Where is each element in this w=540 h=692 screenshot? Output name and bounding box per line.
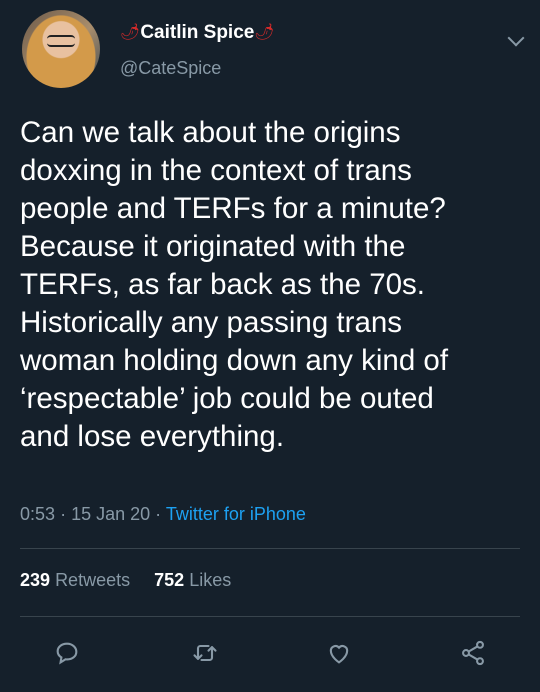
retweets-label: Retweets [55, 570, 131, 590]
meta-separator: · [60, 504, 67, 524]
heart-icon[interactable] [322, 636, 356, 670]
retweets-stat[interactable]: 239 Retweets [20, 570, 135, 590]
likes-count: 752 [154, 570, 185, 590]
tweet-date[interactable]: 15 Jan 20 [71, 504, 150, 524]
display-name[interactable]: Caitlin Spice [140, 22, 254, 44]
avatar[interactable] [22, 10, 100, 88]
divider [20, 616, 520, 617]
divider [20, 548, 520, 549]
chili-pepper-icon: 🌶 [254, 24, 275, 41]
display-name-row[interactable]: 🌶 Caitlin Spice 🌶 [120, 22, 275, 44]
tweet-time[interactable]: 0:53 [20, 504, 55, 524]
user-handle[interactable]: @CateSpice [120, 58, 221, 79]
reply-icon[interactable] [50, 636, 84, 670]
share-icon[interactable] [456, 636, 490, 670]
likes-stat[interactable]: 752 Likes [154, 570, 231, 590]
tweet-source[interactable]: Twitter for iPhone [166, 504, 306, 524]
tweet-text: Can we talk about the origins doxxing in… [20, 116, 449, 453]
tweet-stats: 239 Retweets 752 Likes [20, 570, 231, 591]
tweet-actions [0, 630, 540, 674]
avatar-glasses [47, 35, 75, 47]
tweet-header: 🌶 Caitlin Spice 🌶 @CateSpice [22, 10, 526, 94]
chili-pepper-icon: 🌶 [120, 24, 141, 41]
retweet-icon[interactable] [188, 636, 222, 670]
tweet-metadata: 0:53 · 15 Jan 20 · Twitter for iPhone [20, 504, 306, 525]
meta-separator: · [155, 504, 162, 524]
chevron-down-icon[interactable] [507, 29, 525, 47]
likes-label: Likes [189, 570, 232, 590]
retweets-count: 239 [20, 570, 51, 590]
